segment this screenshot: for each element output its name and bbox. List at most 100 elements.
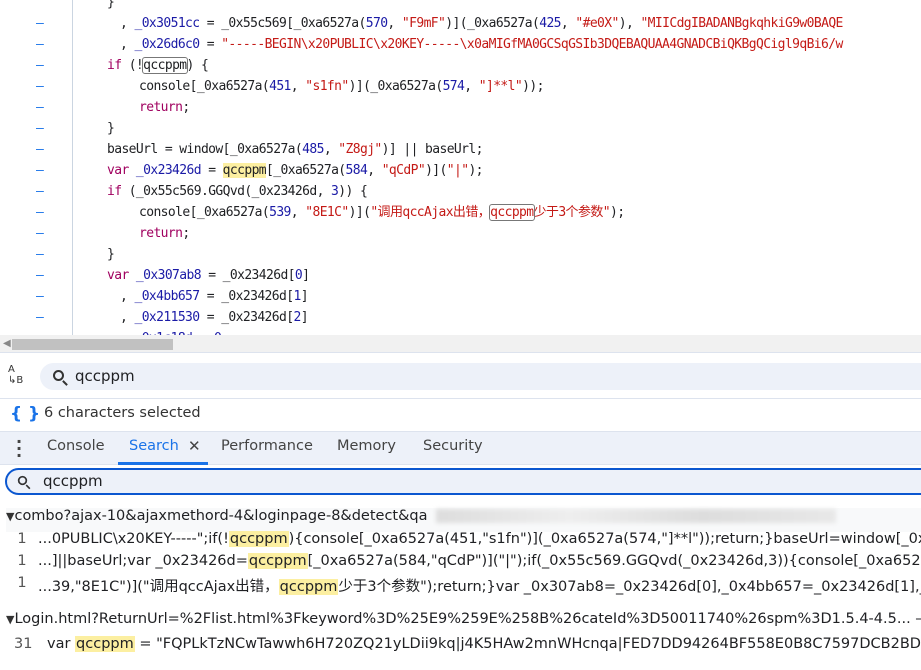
match-after: = "FQPLkTzNCwTawwh6H720ZQ21yLDii9kq|j4K5… — [134, 636, 921, 652]
search-input[interactable]: qccppm — [5, 468, 921, 495]
breakpoint-gutter-marker[interactable]: – — [36, 265, 46, 286]
code-line[interactable]: –} — [0, 118, 921, 139]
code-line[interactable]: – , _0x1c18d = 0 — [0, 328, 921, 335]
close-tab-icon[interactable]: ✕ — [188, 437, 201, 455]
breakpoint-gutter-marker[interactable]: – — [36, 181, 46, 202]
breakpoint-gutter-marker[interactable]: – — [36, 223, 46, 244]
tab-search[interactable]: Search — [129, 438, 179, 454]
code-token: 574 — [442, 79, 465, 94]
result-line[interactable]: 31 var qccppm = "FQPLkTzNCwTawwh6H720ZQ21… — [0, 636, 921, 657]
code-token: qccppm — [142, 57, 188, 74]
code-token: "-----BEGIN\x20PUBLIC\x20KEY-----\x0aMIG… — [221, 37, 843, 52]
tab-performance[interactable]: Performance — [221, 438, 313, 454]
code-token: = — [200, 163, 223, 178]
code-token: } — [107, 0, 115, 10]
tab-security[interactable]: Security — [423, 438, 483, 454]
code-line[interactable]: –, _0x211530 = _0x23426d[2] — [0, 307, 921, 328]
code-token: , — [367, 163, 382, 178]
code-line[interactable]: – console[_0xa6527a(539, "8E1C")]("调用qccA… — [0, 202, 921, 223]
breakpoint-gutter-marker[interactable]: – — [36, 55, 46, 76]
code-token: 584 — [345, 163, 368, 178]
breakpoint-gutter-marker[interactable]: – — [36, 328, 46, 335]
code-token: , — [387, 16, 402, 31]
tab-console[interactable]: Console — [47, 438, 105, 454]
breakpoint-gutter-marker[interactable]: – — [36, 13, 46, 34]
breakpoint-gutter-marker[interactable]: – — [36, 34, 46, 55]
code-token: = — [199, 37, 222, 52]
code-line[interactable]: – return; — [0, 97, 921, 118]
result-file-header[interactable]: ▼Login.html?ReturnUrl=%2Flist.html%3Fkey… — [6, 611, 921, 635]
code-line[interactable]: – , _0x3051cc = _0x55c569[_0xa6527a(570, … — [0, 13, 921, 34]
code-token: "MIICdgIBADANBgkqhkiG9w0BAQE — [640, 16, 843, 31]
code-line[interactable]: –, _0x26d6c0 = "-----BEGIN\x20PUBLIC\x20… — [0, 34, 921, 55]
code-token: ); — [609, 205, 625, 220]
code-token: "Z8gj" — [338, 142, 382, 157]
code-text: , _0x3051cc = _0x55c569[_0xa6527a(570, "… — [120, 13, 843, 34]
code-token: ; — [182, 100, 190, 115]
code-token: } — [107, 121, 115, 136]
code-line[interactable]: – console[_0xa6527a(451, "s1fn")](_0xa652… — [0, 76, 921, 97]
match-case-icon[interactable]: A ↳B — [8, 364, 23, 386]
breakpoint-gutter-marker[interactable]: – — [36, 139, 46, 160]
breakpoint-gutter-marker[interactable]: – — [36, 202, 46, 223]
breakpoint-gutter-marker[interactable]: – — [36, 97, 46, 118]
breakpoint-gutter-marker[interactable]: – — [36, 76, 46, 97]
code-line[interactable]: –} — [0, 244, 921, 265]
code-token: 2 — [293, 310, 301, 325]
result-line[interactable]: 1 ...]||baseUrl;var _0x23426d=qccppm[_0xa… — [0, 553, 921, 574]
result-line[interactable]: 1 ...39,"8E1C")]("调用qccAjax出错，qccppm少于3个参… — [0, 575, 921, 596]
result-file-header[interactable]: ▼combo?ajax-10&ajaxmethord-4&loginpage-8… — [6, 508, 921, 532]
code-text: return; — [139, 97, 190, 118]
more-tabs-menu-icon[interactable]: · · · — [16, 434, 22, 464]
active-tab-indicator — [118, 462, 208, 465]
breakpoint-gutter-marker[interactable]: – — [36, 118, 46, 139]
code-text: if (!qccppm) { — [107, 55, 209, 76]
code-token: 少于3个参数" — [533, 205, 611, 220]
code-token: ) { — [186, 58, 209, 73]
tab-memory[interactable]: Memory — [337, 438, 396, 454]
code-text: baseUrl = window[_0xa6527a(485, "Z8gj")]… — [107, 139, 483, 160]
code-line[interactable]: – var _0x23426d = qccppm[_0xa6527a(584, "… — [0, 160, 921, 181]
code-token: ); — [468, 163, 483, 178]
breakpoint-gutter-marker[interactable]: – — [36, 244, 46, 265]
result-line[interactable]: 1 ...0PUBLIC\x20KEY-----";if(!qccppm){con… — [0, 531, 921, 552]
search-query[interactable]: qccppm — [43, 472, 103, 490]
breakpoint-gutter-marker[interactable]: – — [36, 307, 46, 328]
editor-status-bar: { } 6 characters selected — [0, 400, 921, 432]
find-input[interactable]: qccppm — [40, 363, 921, 390]
code-line[interactable]: – if (!qccppm) { — [0, 55, 921, 76]
code-editor[interactable]: } – , _0x3051cc = _0x55c569[_0xa6527a(570,… — [0, 0, 921, 335]
code-line[interactable]: – baseUrl = window[_0xa6527a(485, "Z8gj")… — [0, 139, 921, 160]
find-query[interactable]: qccppm — [75, 367, 135, 385]
scrollbar-thumb[interactable] — [12, 339, 173, 350]
code-token: var — [107, 163, 129, 178]
search-results: ▼combo?ajax-10&ajaxmethord-4&loginpage-8… — [0, 505, 921, 670]
code-token: = _0x23426d[ — [199, 310, 294, 325]
code-token: , — [120, 310, 135, 325]
code-token: "调用qccAjax出错， — [370, 205, 491, 220]
code-line[interactable]: – if (_0x55c569.GGQvd(_0x23426d, 3)) { — [0, 181, 921, 202]
code-token: [_0xa6527a( — [266, 163, 346, 178]
code-token: , — [290, 79, 306, 94]
line-number: 31 — [14, 636, 33, 652]
code-line[interactable]: –, _0x4bb657 = _0x23426d[1] — [0, 286, 921, 307]
breakpoint-gutter-marker[interactable]: – — [36, 286, 46, 307]
breakpoint-gutter-marker[interactable]: – — [36, 160, 46, 181]
blurred-url — [435, 509, 836, 523]
code-text: } — [107, 244, 115, 265]
code-token: "F9mF" — [401, 16, 446, 31]
match-highlight: qccppm — [278, 579, 339, 595]
code-token: "|" — [446, 163, 469, 178]
code-line[interactable]: – var _0x307ab8 = _0x23426d[0] — [0, 265, 921, 286]
code-line[interactable]: } — [0, 0, 921, 13]
pretty-print-icon[interactable]: { } — [10, 404, 40, 424]
horizontal-scrollbar[interactable]: ◀ — [0, 335, 921, 353]
code-token: console[_0xa6527a( — [139, 79, 270, 94]
code-line[interactable]: – return; — [0, 223, 921, 244]
code-token: )]( — [425, 163, 447, 178]
scroll-left-icon[interactable]: ◀ — [3, 338, 11, 349]
code-token: = _0x23426d[ — [200, 268, 295, 283]
code-token: if — [107, 58, 122, 73]
match-after: 少于3个参数");return;}var _0x307ab8=_0x23426d… — [338, 579, 921, 595]
